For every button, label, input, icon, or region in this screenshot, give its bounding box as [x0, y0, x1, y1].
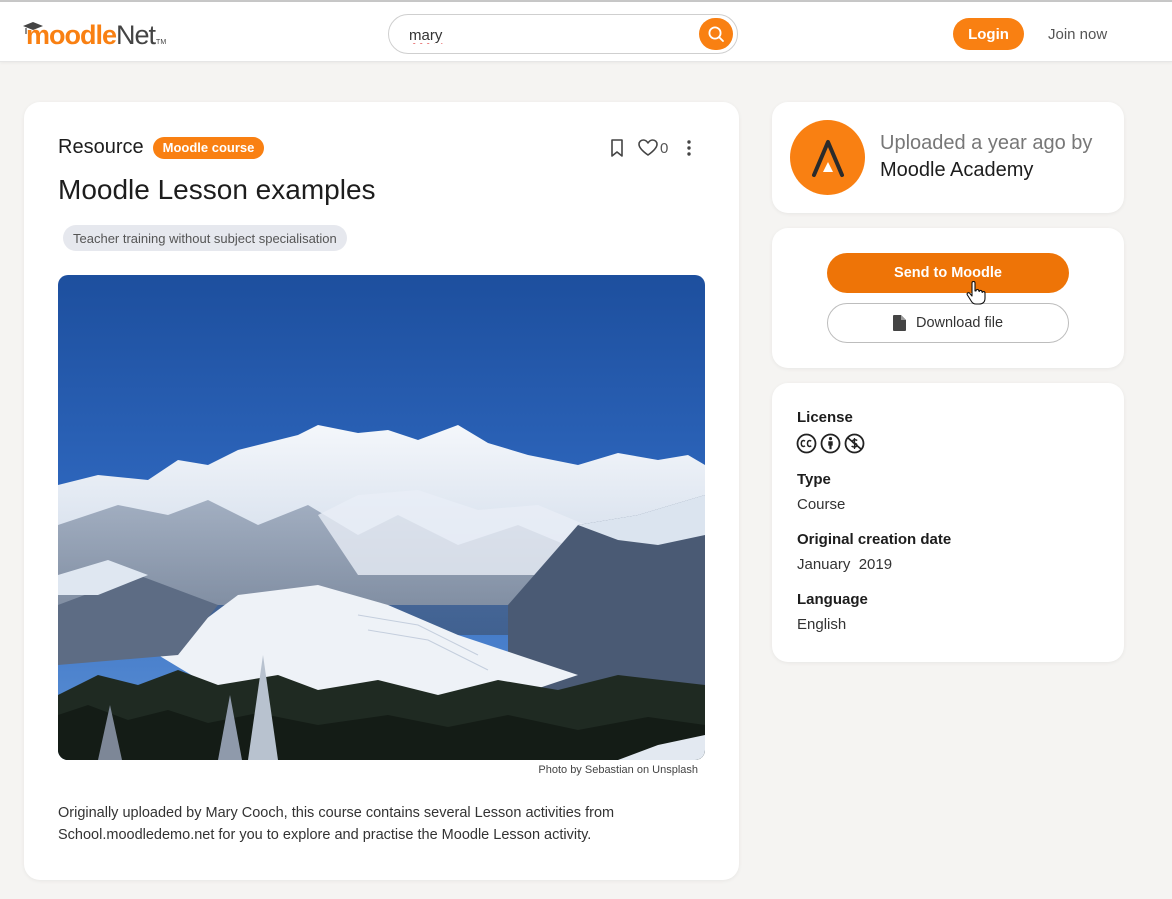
- search-icon: [708, 26, 724, 42]
- send-to-moodle-button[interactable]: Send to Moodle: [827, 253, 1069, 293]
- subject-tag[interactable]: Teacher training without subject special…: [63, 225, 347, 251]
- like-count: 0: [660, 139, 669, 157]
- heart-icon: [638, 139, 658, 156]
- resource-description: Originally uploaded by Mary Cooch, this …: [58, 805, 615, 843]
- search-button[interactable]: [699, 18, 733, 50]
- author-avatar[interactable]: [790, 120, 865, 195]
- resource-image: [58, 275, 705, 760]
- resource-actions-card: Send to Moodle Download file: [772, 228, 1124, 368]
- uploaded-text: Uploaded a year ago by: [880, 132, 1093, 154]
- language-value: English: [797, 616, 847, 633]
- resource-metadata-card: License Type Course Original creation da…: [772, 383, 1124, 662]
- resource-type-label: Resource: [58, 136, 144, 158]
- download-file-label: Download file: [915, 315, 1004, 331]
- mountain-landscape-image: [58, 275, 705, 760]
- moodlenet-logo[interactable]: moodle Net TM: [23, 20, 167, 50]
- hand-cursor-icon: [966, 281, 986, 305]
- creation-date-label: Original creation date: [797, 531, 952, 548]
- resource-type-row: Resource Moodle course: [58, 136, 265, 159]
- login-button[interactable]: Login: [953, 18, 1024, 50]
- resource-card: Resource Moodle course 0 Moodle Lesson e…: [24, 102, 739, 880]
- cc-icon: [796, 433, 817, 454]
- logo-text-net: Net: [116, 20, 156, 50]
- resource-title: Moodle Lesson examples: [58, 174, 376, 205]
- download-file-button[interactable]: Download file: [827, 303, 1069, 343]
- graduation-cap-icon: [23, 22, 43, 34]
- author-card: Uploaded a year ago by Moodle Academy: [772, 102, 1124, 213]
- bookmark-button[interactable]: [608, 138, 626, 158]
- author-name-link[interactable]: Moodle Academy: [880, 159, 1033, 182]
- type-label: Type: [797, 471, 831, 488]
- more-vertical-icon: [687, 140, 692, 156]
- license-icons[interactable]: [796, 433, 865, 454]
- creation-date-value: January 2019: [797, 556, 893, 573]
- license-label: License: [797, 409, 853, 426]
- search-bar: [388, 14, 738, 54]
- non-commercial-icon: [844, 433, 865, 454]
- top-header: moodle Net TM Login Join now: [0, 2, 1172, 62]
- moodle-academy-logo-icon: [811, 139, 844, 177]
- bookmark-icon: [611, 139, 623, 157]
- by-attribution-icon: [820, 433, 841, 454]
- photo-credit: Photo by Sebastian on Unsplash: [538, 764, 698, 776]
- logo-trademark: TM: [156, 39, 167, 46]
- search-input[interactable]: [409, 23, 689, 47]
- more-options-button[interactable]: [686, 139, 692, 157]
- moodle-course-badge: Moodle course: [152, 136, 265, 159]
- join-now-link[interactable]: Join now: [1048, 26, 1107, 43]
- language-label: Language: [797, 591, 868, 608]
- resource-actions: 0: [608, 138, 692, 158]
- file-icon: [892, 315, 906, 331]
- type-value: Course: [797, 496, 846, 513]
- like-button[interactable]: 0: [638, 139, 668, 157]
